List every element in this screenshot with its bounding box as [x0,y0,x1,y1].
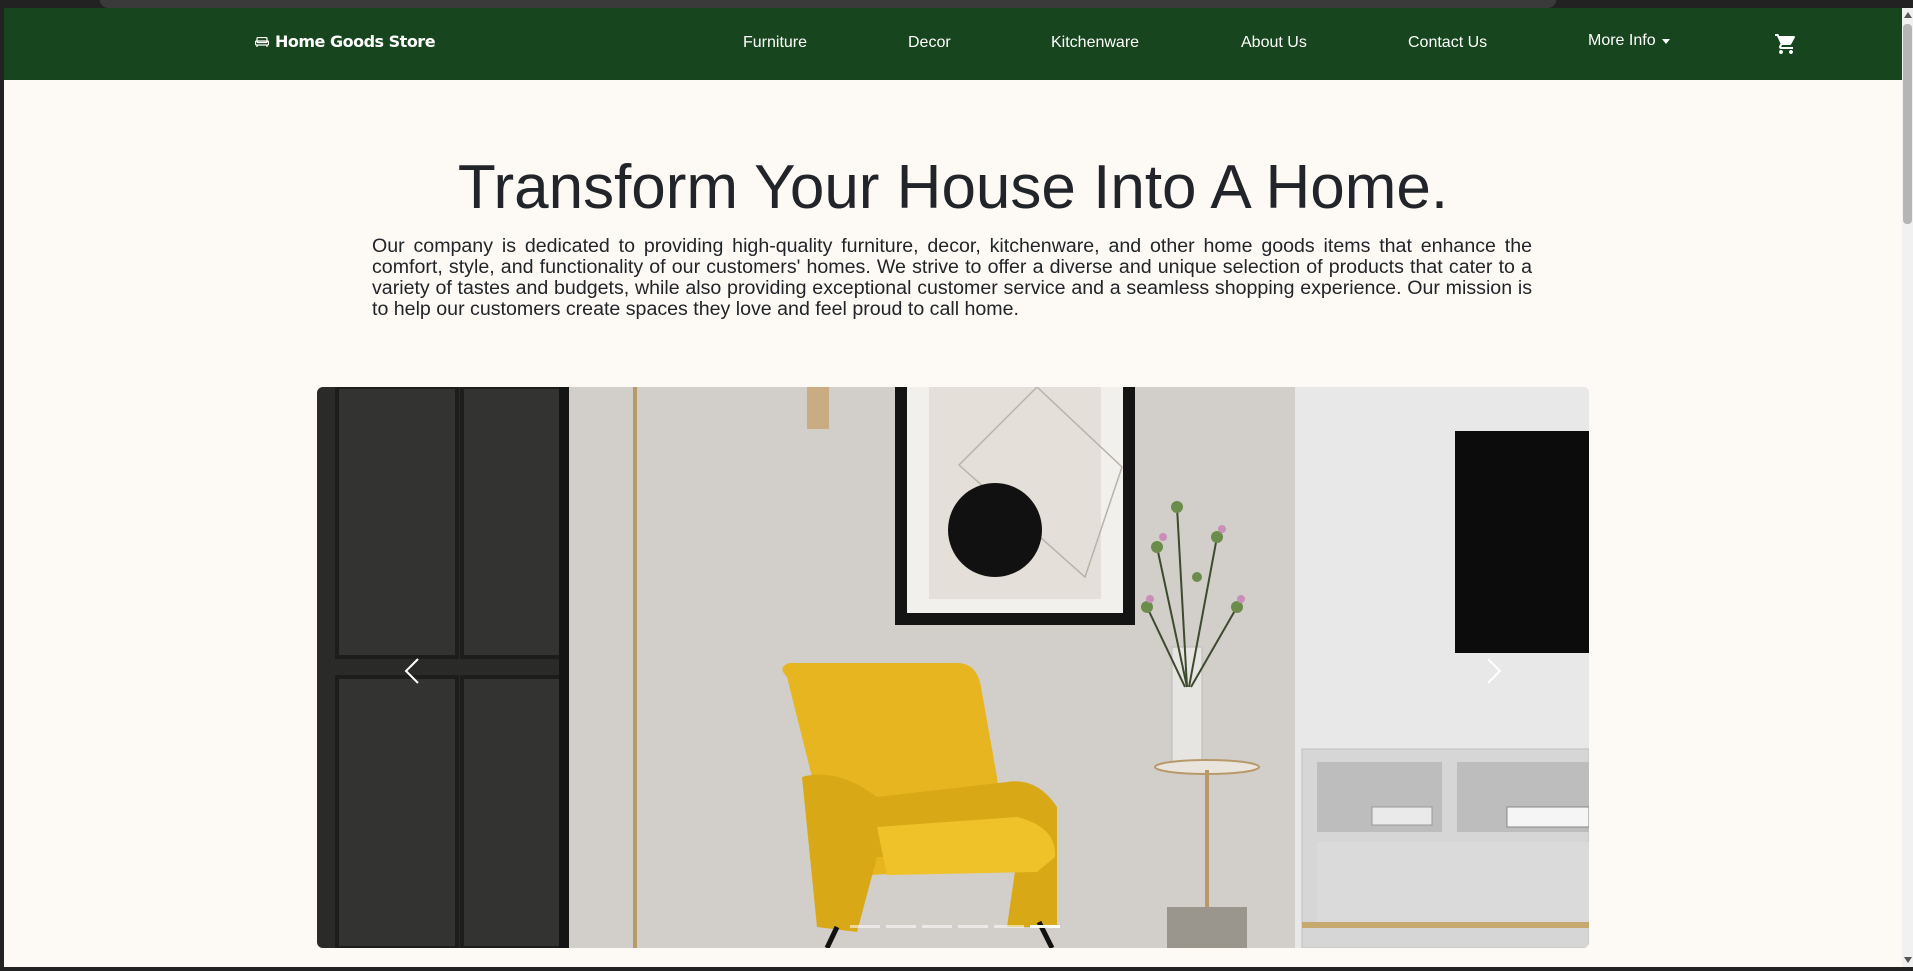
nav-link-kitchenware[interactable]: Kitchenware [1051,34,1139,52]
carousel-indicator[interactable] [994,925,1024,928]
chevron-left-icon[interactable] [393,651,433,691]
nav-link-contact-us[interactable]: Contact Us [1408,34,1487,52]
carousel-indicator-active[interactable] [1030,925,1060,928]
nav-link-furniture[interactable]: Furniture [743,34,807,52]
nav-link-decor[interactable]: Decor [908,34,951,52]
scrollbar-thumb[interactable] [1903,24,1912,224]
carousel-indicator[interactable] [850,925,880,928]
more-info-label: More Info [1588,32,1656,49]
carousel-slide-image [317,387,1589,948]
page-scrollbar[interactable] [1902,8,1913,967]
hero-title: Transform Your House Into A Home. [457,153,1449,222]
carousel-indicator[interactable] [886,925,916,928]
brand-name: Home Goods Store [275,32,436,51]
carousel-indicators [850,925,1060,928]
scroll-down-arrow-icon[interactable] [1904,957,1912,963]
brand-logo[interactable]: Home Goods Store [255,32,436,51]
hero-description: Our company is dedicated to providing hi… [372,235,1532,320]
hero-carousel[interactable] [317,387,1589,948]
sofa-icon [255,36,269,47]
chevron-right-icon[interactable] [1473,651,1513,691]
nav-link-about-us[interactable]: About Us [1241,34,1307,52]
carousel-indicator[interactable] [958,925,988,928]
carousel-indicator[interactable] [922,925,952,928]
scroll-up-arrow-icon[interactable] [1904,12,1912,18]
more-info-dropdown[interactable]: More Info [1588,32,1670,50]
browser-tab-strip [100,0,1556,8]
cart-icon[interactable] [1774,32,1798,56]
page-viewport: Home Goods Store Furniture Decor Kitchen… [4,8,1902,967]
navbar: Home Goods Store Furniture Decor Kitchen… [4,8,1902,80]
browser-frame: Home Goods Store Furniture Decor Kitchen… [0,0,1913,971]
caret-down-icon [1661,38,1670,44]
